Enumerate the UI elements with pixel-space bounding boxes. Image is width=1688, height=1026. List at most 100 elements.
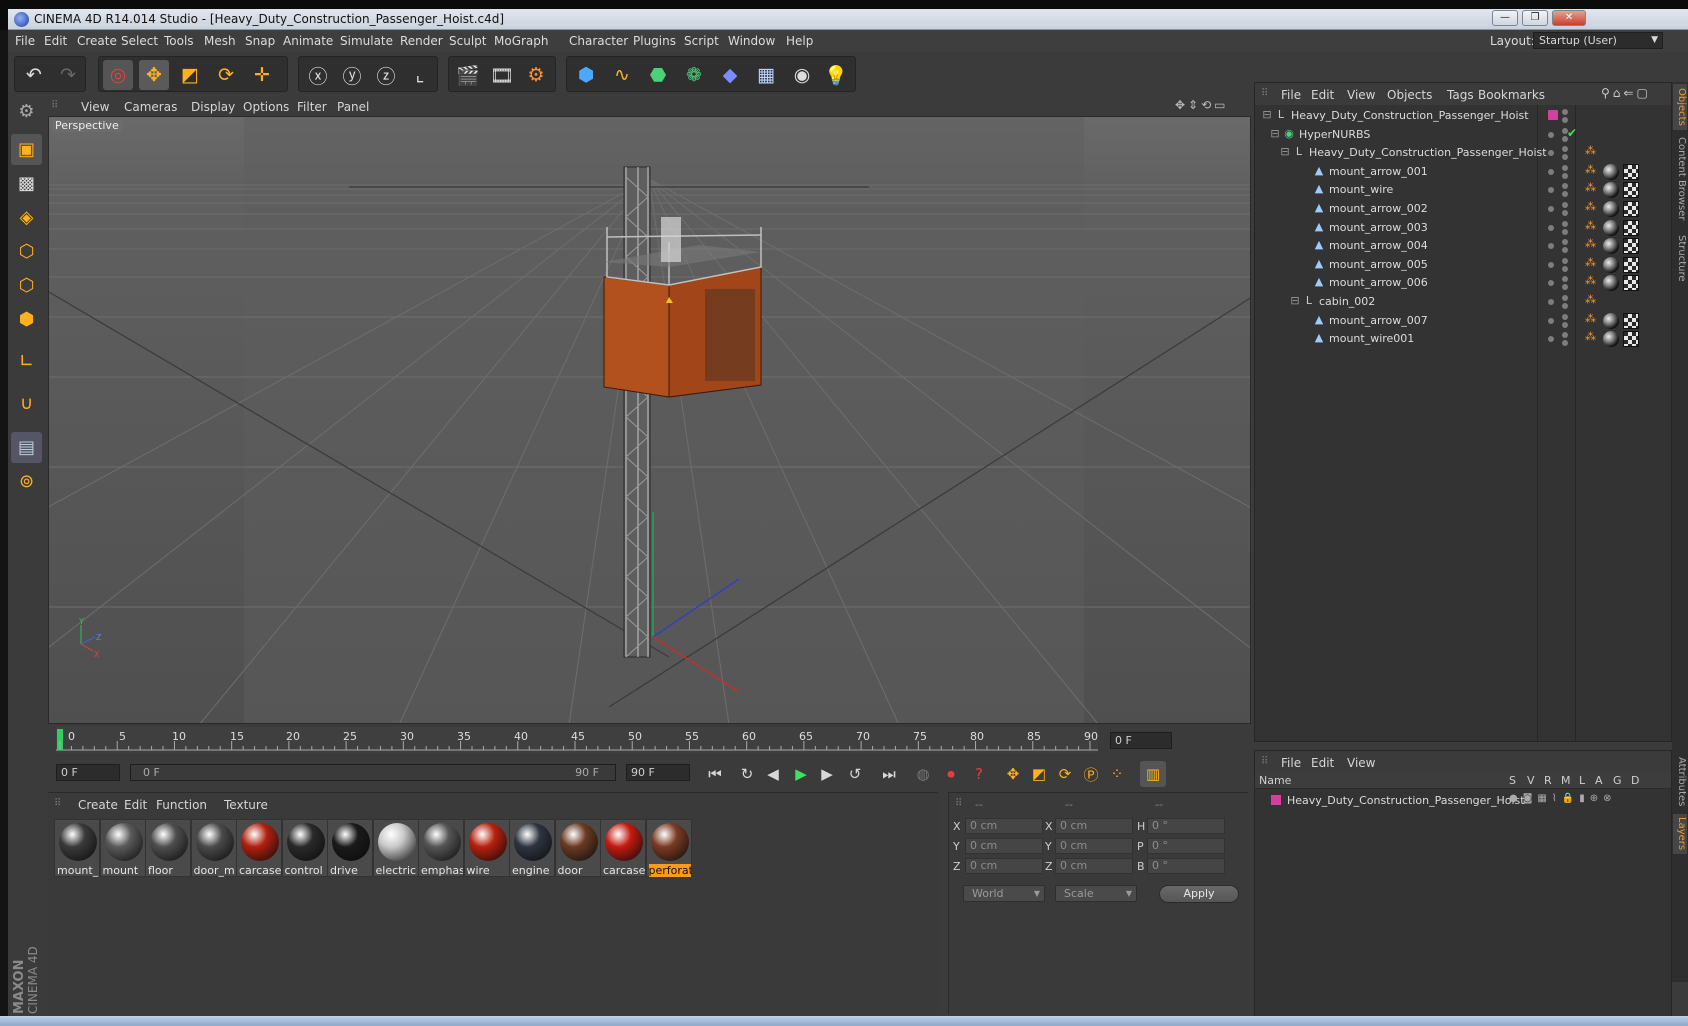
render-view-icon[interactable]: 🎬 bbox=[453, 60, 483, 90]
menu-plugins[interactable]: Plugins bbox=[633, 34, 676, 48]
viewport-menu-options[interactable]: Options bbox=[243, 100, 289, 114]
floor-icon[interactable]: ▦ bbox=[751, 60, 781, 90]
size-mode-dropdown[interactable]: Scale ▼ bbox=[1055, 885, 1137, 902]
locked-workplane-icon[interactable]: ▤ bbox=[11, 432, 42, 463]
texture-tag-icon[interactable] bbox=[1623, 312, 1639, 329]
material-menu-edit[interactable]: Edit bbox=[124, 798, 147, 812]
viewport-menu-panel[interactable]: Panel bbox=[337, 100, 369, 114]
material-swatch[interactable]: floor bbox=[145, 819, 191, 877]
grip-icon[interactable]: ⠿ bbox=[1261, 756, 1268, 767]
material-menu-function[interactable]: Function bbox=[156, 798, 207, 812]
layer-menu-file[interactable]: File bbox=[1281, 756, 1301, 770]
visibility-toggle[interactable] bbox=[1548, 275, 1568, 291]
object-row[interactable]: ⊟ L Heavy_Duty_Construction_Passenger_Hois… bbox=[1255, 143, 1671, 163]
layer-col-locked[interactable]: L bbox=[1579, 774, 1585, 787]
menu-simulate[interactable]: Simulate bbox=[340, 34, 393, 48]
collapse-toggle-icon[interactable]: ⊟ bbox=[1289, 295, 1301, 307]
material-swatch[interactable]: perforat bbox=[645, 819, 692, 877]
layer-col-animation[interactable]: A bbox=[1595, 774, 1603, 787]
object-row[interactable]: ▲ mount_wire ⁂ bbox=[1255, 180, 1671, 200]
deformer-icon[interactable]: ◆ bbox=[715, 60, 745, 90]
menu-window[interactable]: Window bbox=[728, 34, 775, 48]
material-tag-icon[interactable] bbox=[1603, 256, 1619, 273]
record-keys-icon[interactable]: ◍ bbox=[910, 761, 936, 787]
edges-mode-icon[interactable]: ⬡ bbox=[11, 270, 42, 301]
points-mode-icon[interactable]: ⬡ bbox=[11, 236, 42, 267]
rot-b-field[interactable]: 0 ° bbox=[1147, 858, 1225, 874]
phong-tag-icon[interactable]: ⁂ bbox=[1585, 256, 1596, 269]
object-menu-tags[interactable]: Tags bbox=[1447, 88, 1474, 102]
layer-col-render[interactable]: R bbox=[1544, 774, 1552, 787]
object-row[interactable]: ▲ mount_arrow_002 ⁂ bbox=[1255, 199, 1671, 219]
spline-icon[interactable]: ∿ bbox=[607, 60, 637, 90]
model-mode-icon[interactable]: ▣ bbox=[11, 134, 42, 165]
layout-dropdown[interactable]: Startup (User) ▼ bbox=[1533, 32, 1663, 49]
nurbs-icon[interactable]: ⬣ bbox=[643, 60, 673, 90]
material-tag-icon[interactable] bbox=[1603, 275, 1619, 292]
material-swatch[interactable]: mount bbox=[99, 819, 146, 877]
texture-tag-icon[interactable] bbox=[1623, 201, 1639, 217]
tab-structure[interactable]: Structure bbox=[1673, 230, 1687, 286]
autokey-icon[interactable]: ⏺ bbox=[938, 761, 964, 787]
viewport-menu-filter[interactable]: Filter bbox=[297, 100, 327, 114]
material-tag-icon[interactable] bbox=[1603, 219, 1619, 236]
layer-toggle-icons[interactable]: ●◙▦⌇🔒▮⊕⊗ bbox=[1509, 793, 1616, 804]
menu-sculpt[interactable]: Sculpt bbox=[449, 34, 486, 48]
render-settings-icon[interactable]: ⚙ bbox=[521, 60, 551, 90]
live-selection-icon[interactable]: ◎ bbox=[103, 60, 133, 90]
menu-help[interactable]: Help bbox=[786, 34, 813, 48]
material-swatch[interactable]: door bbox=[554, 819, 601, 877]
object-row[interactable]: ▲ mount_arrow_001 ⁂ bbox=[1255, 162, 1671, 182]
tab-content-browser[interactable]: Content Browser bbox=[1673, 134, 1687, 224]
loop-icon[interactable]: ↻ bbox=[734, 761, 760, 787]
phong-tag-icon[interactable]: ⁂ bbox=[1585, 330, 1596, 343]
texture-tag-icon[interactable] bbox=[1623, 238, 1639, 255]
size-z-field[interactable]: 0 cm bbox=[1055, 858, 1133, 874]
size-y-field[interactable]: 0 cm bbox=[1055, 838, 1133, 854]
grip-icon[interactable]: ⠿ bbox=[54, 798, 61, 809]
pos-z-field[interactable]: 0 cm bbox=[965, 858, 1043, 874]
menu-render[interactable]: Render bbox=[400, 34, 443, 48]
previous-key-icon[interactable]: ◀ bbox=[760, 761, 786, 787]
restore-button[interactable]: ❐ bbox=[1522, 10, 1548, 26]
material-swatch[interactable]: control bbox=[281, 819, 328, 877]
material-menu-texture[interactable]: Texture bbox=[224, 798, 268, 812]
visibility-toggle[interactable] bbox=[1548, 220, 1568, 236]
key-position-icon[interactable]: ✥ bbox=[1000, 761, 1026, 787]
phong-tag-icon[interactable]: ⁂ bbox=[1585, 144, 1596, 157]
material-tag-icon[interactable] bbox=[1603, 163, 1619, 180]
object-menu-view[interactable]: View bbox=[1347, 88, 1375, 102]
camera-icon[interactable]: ◉ bbox=[787, 60, 817, 90]
collapse-toggle-icon[interactable]: ⊟ bbox=[1261, 109, 1273, 121]
material-swatch[interactable]: electric bbox=[372, 819, 419, 877]
menu-tools[interactable]: Tools bbox=[164, 34, 194, 48]
object-row[interactable]: ⊟ L Heavy_Duty_Construction_Passenger_Hois… bbox=[1255, 106, 1671, 126]
object-row[interactable]: ▲ mount_arrow_006 ⁂ bbox=[1255, 273, 1671, 293]
menu-script[interactable]: Script bbox=[684, 34, 719, 48]
material-tag-icon[interactable] bbox=[1603, 312, 1619, 329]
object-menu-file[interactable]: File bbox=[1281, 88, 1301, 102]
next-key-icon[interactable]: ▶ bbox=[814, 761, 840, 787]
collapse-toggle-icon[interactable]: ⊟ bbox=[1279, 146, 1291, 158]
object-menu-bookmarks[interactable]: Bookmarks bbox=[1478, 88, 1545, 102]
object-row[interactable]: ▲ mount_wire001 ⁂ bbox=[1255, 329, 1671, 349]
rotate-icon[interactable]: ⟳ bbox=[211, 60, 241, 90]
texture-tag-icon[interactable] bbox=[1623, 219, 1639, 236]
menu-create[interactable]: Create bbox=[77, 34, 117, 48]
tab-attributes[interactable]: Attributes bbox=[1673, 754, 1687, 810]
play-icon[interactable]: ▶ bbox=[788, 761, 814, 787]
recent-tool-icon[interactable]: ✛ bbox=[247, 60, 277, 90]
material-swatch[interactable]: carcase_ bbox=[236, 819, 282, 877]
key-scale-icon[interactable]: ◩ bbox=[1026, 761, 1052, 787]
visibility-toggle[interactable] bbox=[1548, 331, 1568, 347]
material-menu-create[interactable]: Create bbox=[78, 798, 118, 812]
object-row[interactable]: ▲ mount_arrow_007 ⁂ bbox=[1255, 311, 1671, 331]
key-param-icon[interactable]: Ⓟ bbox=[1078, 761, 1104, 787]
timeline-end-field[interactable]: 0 F bbox=[1110, 732, 1172, 749]
perspective-viewport[interactable]: Y Z X Perspective bbox=[48, 116, 1251, 724]
phong-tag-icon[interactable]: ⁂ bbox=[1585, 200, 1596, 213]
material-swatch[interactable]: door_m bbox=[190, 819, 237, 877]
pos-y-field[interactable]: 0 cm bbox=[965, 838, 1043, 854]
grip-icon[interactable]: ⠿ bbox=[51, 100, 58, 111]
object-menu-objects[interactable]: Objects bbox=[1387, 88, 1432, 102]
